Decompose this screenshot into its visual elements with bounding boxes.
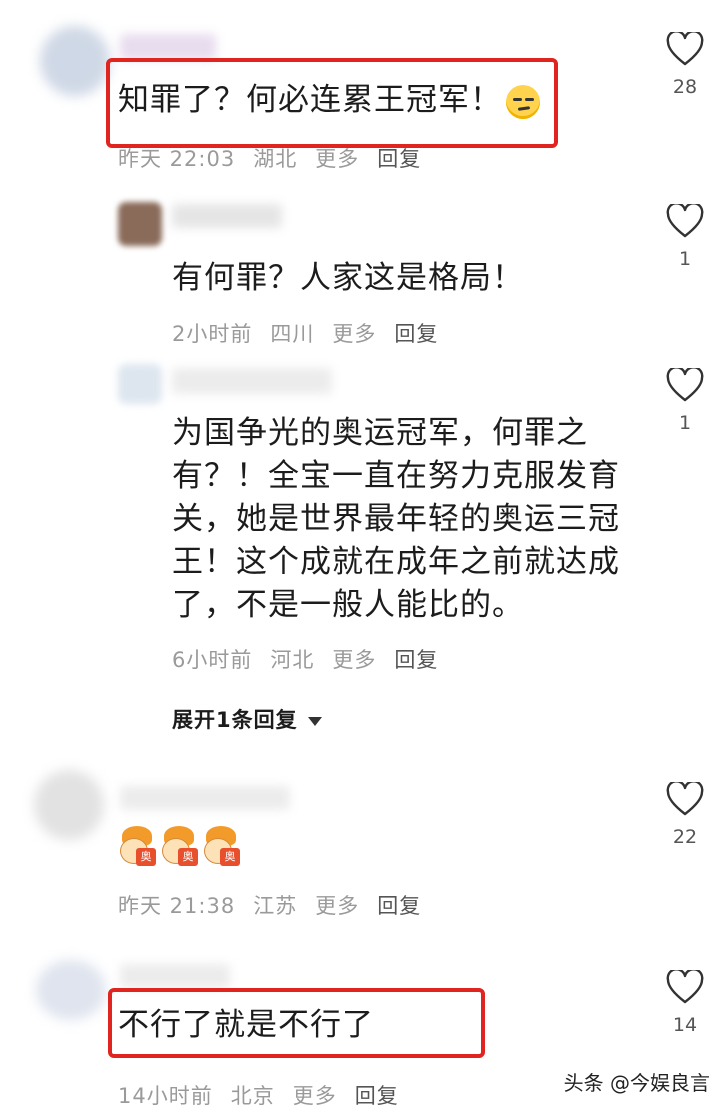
- comment-time: 2小时前: [172, 322, 253, 346]
- like-button[interactable]: 22: [663, 782, 707, 848]
- like-button[interactable]: 1: [663, 368, 707, 434]
- comment-location: 河北: [270, 648, 315, 672]
- heart-icon[interactable]: [666, 970, 704, 1004]
- comment-location: 湖北: [253, 147, 298, 171]
- reply-text: 为国争光的奥运冠军，何罪之有？！全宝一直在努力克服发育关，她是世界最年轻的奥运三…: [172, 415, 620, 623]
- sticker-icon: 奥: [118, 826, 156, 866]
- avatar[interactable]: [118, 364, 162, 404]
- comment-time: 昨天 22:03: [118, 147, 236, 171]
- username[interactable]: [172, 368, 332, 394]
- comment-meta: 2小时前 四川 更多 回复: [172, 318, 456, 348]
- heart-icon[interactable]: [666, 204, 704, 238]
- like-count: 14: [672, 1014, 698, 1036]
- comment-time: 6小时前: [172, 648, 253, 672]
- sticker-icon: 奥: [202, 826, 240, 866]
- heart-icon[interactable]: [666, 368, 704, 402]
- comment-text: 不行了就是不行了: [118, 1007, 374, 1043]
- smirk-face-icon: [506, 85, 540, 119]
- username[interactable]: [120, 34, 216, 60]
- like-count: 1: [678, 248, 692, 270]
- reply-link[interactable]: 回复: [377, 894, 421, 918]
- comment-time: 14小时前: [118, 1084, 213, 1108]
- comment-time: 昨天 21:38: [118, 894, 236, 918]
- comment-meta: 昨天 21:38 江苏 更多 回复: [118, 890, 439, 920]
- comment-meta: 6小时前 河北 更多 回复: [172, 644, 456, 674]
- heart-icon[interactable]: [666, 782, 704, 816]
- comment-meta: 昨天 22:03 湖北 更多 回复: [118, 143, 439, 173]
- like-count: 1: [678, 412, 692, 434]
- reply-link[interactable]: 回复: [377, 147, 421, 171]
- more-link[interactable]: 更多: [315, 894, 359, 918]
- reply-link[interactable]: 回复: [394, 648, 438, 672]
- comment-location: 江苏: [253, 894, 298, 918]
- username[interactable]: [120, 964, 230, 988]
- like-button[interactable]: 28: [663, 32, 707, 98]
- more-link[interactable]: 更多: [332, 322, 376, 346]
- heart-icon[interactable]: [666, 32, 704, 66]
- avatar[interactable]: [34, 770, 104, 840]
- avatar[interactable]: [118, 202, 162, 246]
- like-button[interactable]: 14: [663, 970, 707, 1036]
- like-count: 22: [672, 826, 698, 848]
- more-link[interactable]: 更多: [315, 147, 359, 171]
- more-link[interactable]: 更多: [332, 648, 376, 672]
- like-count: 28: [672, 76, 698, 98]
- avatar[interactable]: [40, 26, 110, 96]
- username[interactable]: [120, 786, 290, 810]
- username[interactable]: [172, 204, 282, 228]
- comment-text: 知罪了？何必连累王冠军！: [118, 82, 502, 118]
- comment-meta: 14小时前 北京 更多 回复: [118, 1080, 417, 1110]
- expand-replies-button[interactable]: 展开1条回复: [172, 704, 322, 734]
- expand-replies-label: 展开1条回复: [172, 708, 298, 732]
- reply-text: 有何罪？人家这是格局！: [172, 260, 524, 296]
- reply-link[interactable]: 回复: [355, 1084, 399, 1108]
- comment-location: 四川: [270, 322, 315, 346]
- watermark: 头条 @今娱良言: [563, 1071, 710, 1095]
- more-link[interactable]: 更多: [293, 1084, 337, 1108]
- chevron-down-icon: [307, 716, 322, 726]
- avatar[interactable]: [36, 960, 106, 1020]
- like-button[interactable]: 1: [663, 204, 707, 270]
- sticker-icon: 奥: [160, 826, 198, 866]
- reply-link[interactable]: 回复: [394, 322, 438, 346]
- comment-location: 北京: [230, 1084, 275, 1108]
